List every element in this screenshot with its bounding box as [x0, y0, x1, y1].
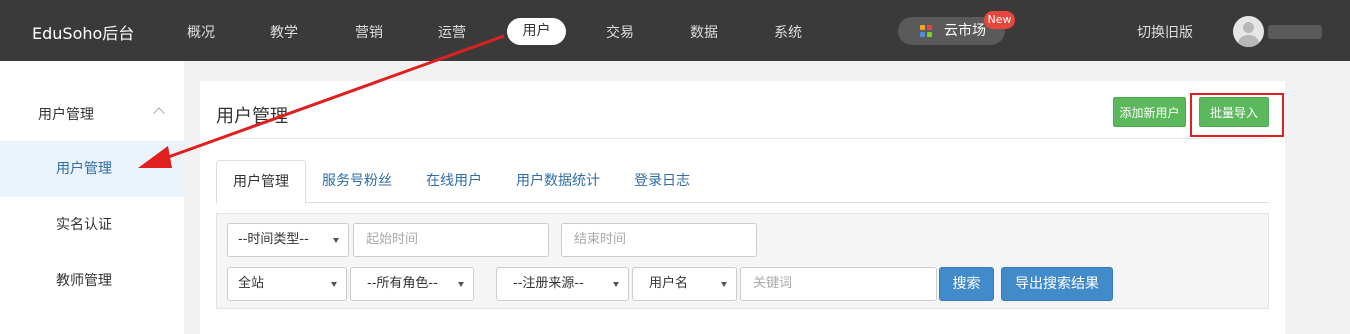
sidebar-item-real-name-auth[interactable]: 实名认证: [0, 197, 184, 253]
end-time-input[interactable]: 结束时间: [561, 223, 757, 257]
caret-down-icon: [333, 238, 339, 243]
tab-online-users[interactable]: 在线用户: [426, 160, 482, 203]
top-navbar: EduSoho后台 概况 教学 营销 运营 用户 交易 数据 系统 云市场 Ne…: [0, 0, 1350, 61]
nav-operations[interactable]: 运营: [438, 22, 466, 42]
app-grid-icon: [920, 25, 932, 37]
register-source-select[interactable]: --注册来源--: [496, 267, 629, 301]
page-title: 用户管理: [216, 106, 288, 127]
nav-marketing[interactable]: 营销: [355, 22, 383, 42]
tab-user-management[interactable]: 用户管理: [216, 160, 306, 204]
sidebar-item-teacher-management[interactable]: 教师管理: [0, 253, 184, 309]
keyword-input[interactable]: 关键词: [740, 267, 937, 301]
time-type-select[interactable]: --时间类型--: [227, 223, 349, 257]
caret-down-icon: [721, 282, 727, 287]
nav-system[interactable]: 系统: [774, 22, 802, 42]
sidebar-item-user-management[interactable]: 用户管理: [0, 141, 184, 197]
export-results-button[interactable]: 导出搜索结果: [1001, 267, 1113, 301]
tab-bar: 用户管理 服务号粉丝 在线用户 用户数据统计 登录日志: [216, 160, 1269, 204]
chevron-up-icon[interactable]: [153, 107, 165, 119]
tab-service-followers[interactable]: 服务号粉丝: [322, 160, 392, 203]
username-redacted[interactable]: [1268, 25, 1322, 39]
nav-data[interactable]: 数据: [690, 22, 718, 42]
tab-user-statistics[interactable]: 用户数据统计: [516, 160, 600, 203]
divider: [216, 138, 1269, 139]
sidebar-group-user-management[interactable]: 用户管理: [38, 104, 94, 124]
cloud-market-label: 云市场: [944, 23, 986, 39]
search-filter-form: --时间类型-- 起始时间 - 结束时间 全站 --所有角色-- --注册来源-…: [216, 213, 1269, 309]
switch-old-version-link[interactable]: 切换旧版: [1137, 22, 1193, 42]
new-badge: New: [984, 11, 1015, 29]
nav-teaching[interactable]: 教学: [270, 22, 298, 42]
search-field-select[interactable]: 用户名: [632, 267, 737, 301]
nav-users[interactable]: 用户: [507, 18, 566, 45]
caret-down-icon: [613, 282, 619, 287]
nav-trade[interactable]: 交易: [606, 22, 634, 42]
highlight-box: [1190, 93, 1284, 137]
caret-down-icon: [458, 282, 464, 287]
role-select[interactable]: --所有角色--: [350, 267, 474, 301]
main-panel: 用户管理 添加新用户 批量导入 用户管理 服务号粉丝 在线用户 用户数据统计 登…: [200, 81, 1285, 334]
start-time-input[interactable]: 起始时间: [353, 223, 549, 257]
tab-login-log[interactable]: 登录日志: [634, 160, 690, 203]
search-button[interactable]: 搜索: [939, 267, 994, 301]
brand-logo[interactable]: EduSoho后台: [32, 20, 134, 44]
caret-down-icon: [331, 282, 337, 287]
add-user-button[interactable]: 添加新用户: [1113, 97, 1186, 127]
user-icon: [1243, 22, 1254, 33]
site-select[interactable]: 全站: [227, 267, 347, 301]
nav-overview[interactable]: 概况: [187, 22, 215, 42]
avatar[interactable]: [1233, 16, 1264, 47]
sidebar: 用户管理 用户管理 实名认证 教师管理: [0, 61, 184, 334]
